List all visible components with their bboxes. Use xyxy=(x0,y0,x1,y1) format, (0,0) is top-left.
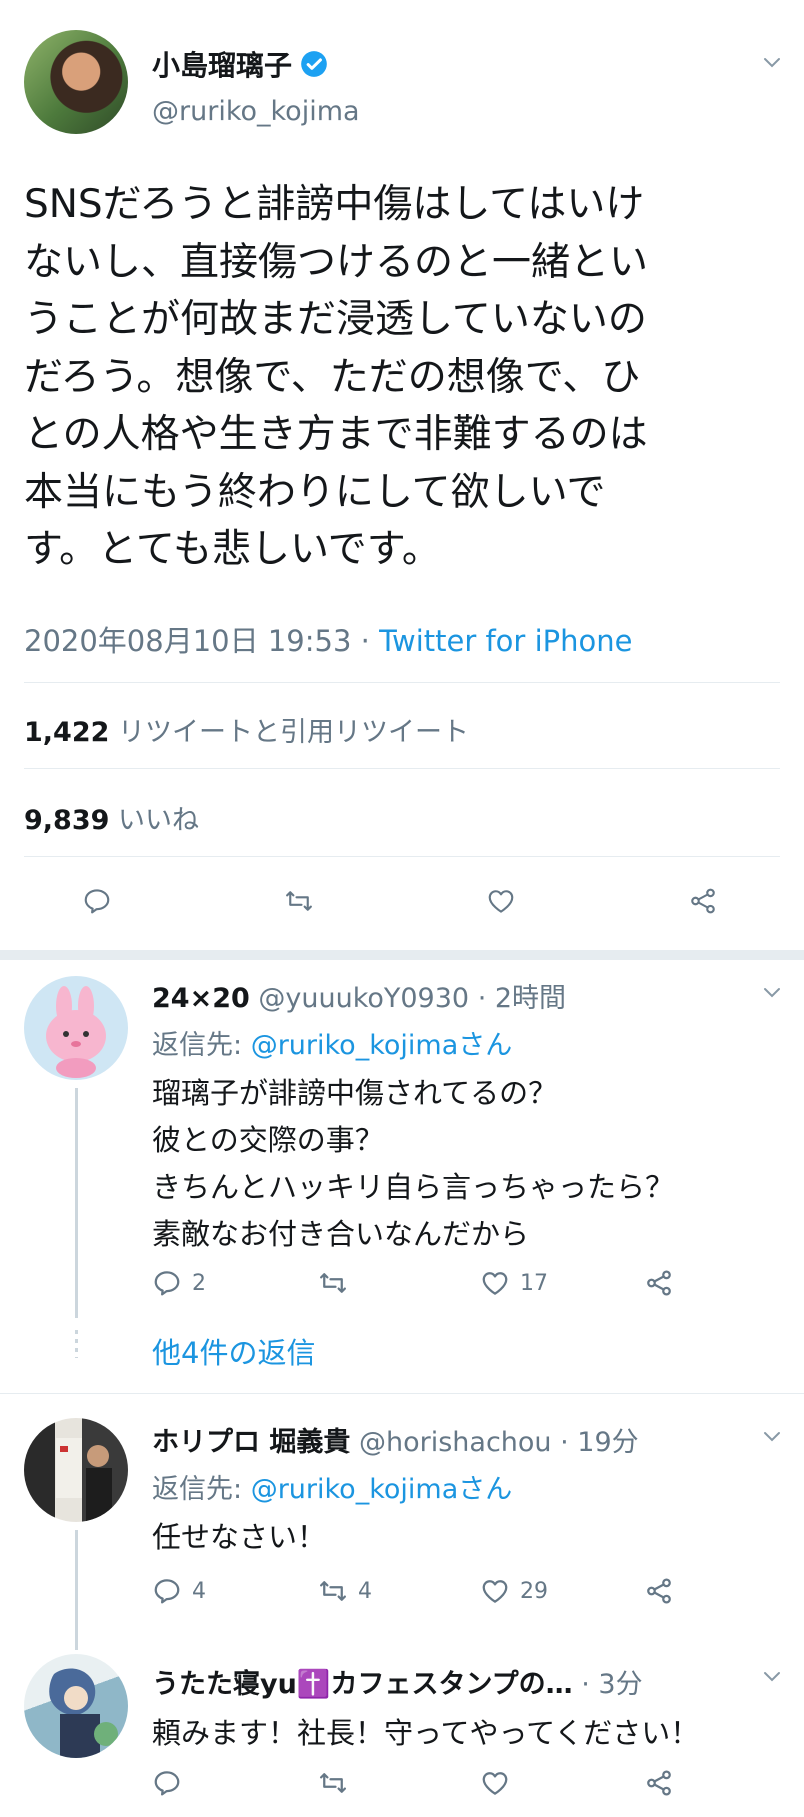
avatar[interactable] xyxy=(24,1418,128,1522)
retweet-button[interactable] xyxy=(318,1768,358,1798)
like-icon xyxy=(482,1272,508,1295)
like-count: 9,839 xyxy=(24,805,110,836)
share-icon xyxy=(647,1270,671,1296)
display-name[interactable]: うたた寝yu✝️カフェスタンプの… xyxy=(152,1669,573,1700)
retweet-stats[interactable]: 1,422 リツイートと引用リツイート xyxy=(24,710,469,749)
tweet-text-line: 素敵なお付き合いなんだから xyxy=(152,1217,530,1251)
retweet-icon xyxy=(320,1773,346,1793)
tweet-text-line: きちんとハッキリ自ら言っちゃったら？ xyxy=(152,1170,675,1204)
reply-icon xyxy=(154,1771,180,1796)
like-button[interactable] xyxy=(486,886,516,916)
reply-button[interactable]: 4 xyxy=(152,1576,206,1606)
retweet-icon xyxy=(286,891,312,911)
divider xyxy=(24,856,780,857)
tweet-text: 瑠璃子が誹謗中傷されてるの？ 彼との交際の事？ きちんとハッキリ自ら言っちゃった… xyxy=(152,1070,674,1258)
display-name[interactable]: 小島瑠璃子 xyxy=(152,44,292,84)
timestamp[interactable]: · 19分 xyxy=(560,1427,639,1458)
share-button[interactable] xyxy=(644,1576,674,1606)
avatar[interactable] xyxy=(24,976,128,1080)
avatar[interactable] xyxy=(24,1654,128,1758)
retweet-button[interactable] xyxy=(318,1268,358,1298)
section-divider xyxy=(0,950,804,960)
reply-count: 4 xyxy=(192,1578,206,1604)
share-button[interactable] xyxy=(644,1768,674,1798)
handle[interactable]: @ruriko_kojima xyxy=(152,96,360,127)
share-button[interactable] xyxy=(644,1268,674,1298)
retweet-button[interactable]: 4 xyxy=(318,1576,372,1606)
share-icon xyxy=(691,888,715,914)
reply-to-mention[interactable]: @ruriko_kojimaさん xyxy=(251,1474,513,1505)
like-icon xyxy=(488,890,514,913)
divider xyxy=(24,768,780,769)
tweet-text-line: 瑠璃子が誹謗中傷されてるの？ xyxy=(152,1076,558,1110)
like-button[interactable] xyxy=(480,1768,520,1798)
tweet-text-line: SNSだろうと誹謗中傷はしてはいけ xyxy=(24,182,645,227)
tweet-text: SNSだろうと誹謗中傷はしてはいけ ないし、直接傷つけるのと一緒とい うことが何… xyxy=(24,176,784,579)
avatar[interactable] xyxy=(24,30,128,134)
reply-context-label: 返信先: xyxy=(152,1474,251,1505)
share-icon xyxy=(647,1770,671,1796)
reply-context-label: 返信先: xyxy=(152,1030,251,1061)
tweet-text-line: うことが何故まだ浸透していないの xyxy=(24,297,647,342)
like-count: 17 xyxy=(520,1270,548,1296)
tweet-text-line: との人格や生き方まで非難するのは xyxy=(24,412,648,457)
verified-badge-icon xyxy=(300,50,328,78)
like-button[interactable]: 17 xyxy=(480,1268,548,1298)
retweet-icon xyxy=(320,1273,346,1293)
display-name[interactable]: ホリプロ 堀義貴 xyxy=(152,1427,350,1458)
like-stats[interactable]: 9,839 いいね xyxy=(24,798,199,837)
tweet-text-line: 任せなさい！ xyxy=(152,1520,327,1554)
reply-button[interactable]: 2 xyxy=(152,1268,206,1298)
tweet-text-line: す。とても悲しいです。 xyxy=(24,527,441,572)
reply-count: 2 xyxy=(192,1270,206,1296)
reply-icon xyxy=(84,889,110,914)
chevron-down-icon[interactable] xyxy=(760,1424,784,1448)
like-icon xyxy=(482,1580,508,1603)
share-button[interactable] xyxy=(688,886,718,916)
thread-line-dotted xyxy=(75,1330,78,1358)
handle[interactable]: @horishachou xyxy=(359,1427,552,1458)
divider xyxy=(24,682,780,683)
retweet-label: リツイートと引用リツイート xyxy=(118,717,469,748)
retweet-icon xyxy=(320,1581,346,1601)
like-button[interactable]: 29 xyxy=(480,1576,548,1606)
chevron-down-icon[interactable] xyxy=(760,980,784,1004)
reply-to-mention[interactable]: @ruriko_kojimaさん xyxy=(251,1030,513,1061)
tweet-text-line: 本当にもう終わりにして欲しいで xyxy=(24,469,606,515)
tweet-text: 任せなさい！ xyxy=(152,1514,326,1561)
display-name[interactable]: 24×20 xyxy=(152,983,250,1014)
tweet-text-line: 彼との交際の事？ xyxy=(152,1123,384,1157)
meta-separator: · xyxy=(351,624,380,658)
reply-icon xyxy=(154,1579,180,1604)
timestamp[interactable]: · 3分 xyxy=(581,1669,642,1700)
thread-line xyxy=(75,1530,78,1650)
reply-button[interactable] xyxy=(82,886,112,916)
timestamp[interactable]: 2020年08月10日 19:53 xyxy=(24,624,351,658)
reply-button[interactable] xyxy=(152,1768,192,1798)
like-icon xyxy=(482,1772,508,1795)
divider xyxy=(0,1393,804,1394)
tweet-source-link[interactable]: Twitter for iPhone xyxy=(379,624,632,658)
retweet-count: 4 xyxy=(358,1578,372,1604)
tweet-meta: 2020年08月10日 19:53 · Twitter for iPhone xyxy=(24,618,632,660)
handle[interactable]: @yuuukoY0930 xyxy=(258,983,469,1014)
tweet-text-line: 頼みます！社長！守ってやってください！ xyxy=(152,1716,700,1750)
chevron-down-icon[interactable] xyxy=(760,50,784,74)
like-count: 29 xyxy=(520,1578,548,1604)
tweet-text-line: ないし、直接傷つけるのと一緒とい xyxy=(24,239,649,285)
chevron-down-icon[interactable] xyxy=(760,1664,784,1688)
tweet-text: 頼みます！社長！守ってやってください！ xyxy=(152,1710,699,1757)
reply-icon xyxy=(154,1271,180,1296)
show-more-replies-link[interactable]: 他4件の返信 xyxy=(152,1330,315,1372)
share-icon xyxy=(647,1578,671,1604)
thread-line xyxy=(75,1088,78,1318)
timestamp[interactable]: · 2時間 xyxy=(478,983,566,1014)
tweet-text-line: だろう。想像で、ただの想像で、ひ xyxy=(24,354,641,400)
retweet-button[interactable] xyxy=(284,886,314,916)
retweet-count: 1,422 xyxy=(24,717,110,748)
like-label: いいね xyxy=(118,805,199,836)
